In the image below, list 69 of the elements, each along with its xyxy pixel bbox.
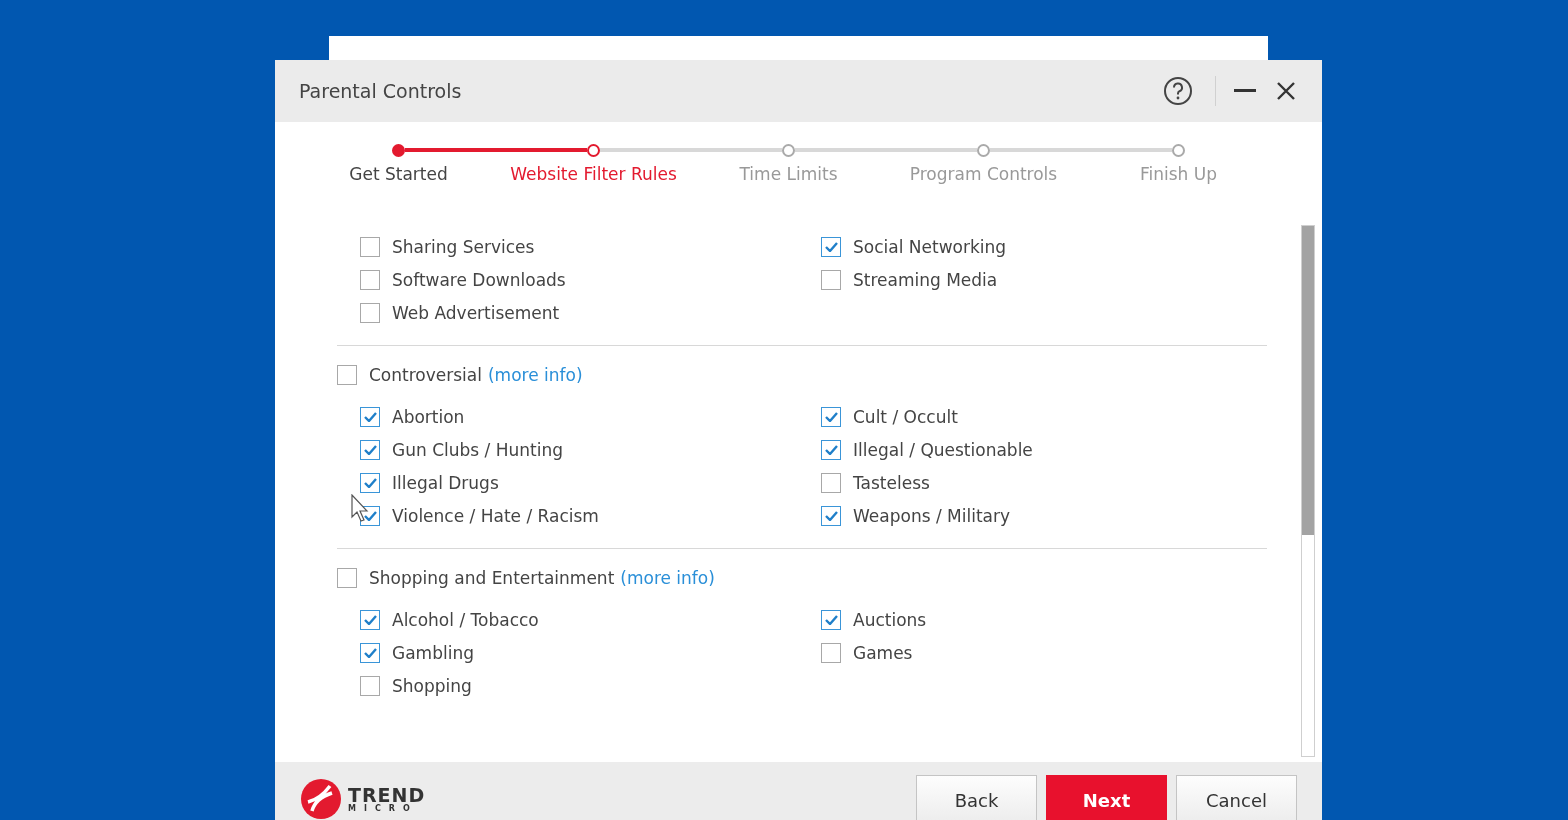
- checkbox[interactable]: [360, 302, 380, 323]
- checkbox-label: Auctions: [853, 609, 927, 630]
- primary-button[interactable]: Next: [1046, 775, 1167, 820]
- category-label: Controversial: [369, 364, 482, 385]
- step-label: Time Limits: [739, 164, 838, 184]
- checkbox-label: Illegal / Questionable: [853, 439, 1033, 460]
- minimize-icon[interactable]: [1234, 89, 1256, 93]
- checkbox[interactable]: [337, 567, 357, 588]
- checkbox[interactable]: [821, 472, 841, 493]
- checkmark-icon: [363, 477, 377, 488]
- step-label: Finish Up: [1140, 164, 1217, 184]
- checkbox[interactable]: [360, 642, 380, 663]
- step-label: Website Filter Rules: [510, 164, 677, 184]
- checkbox-label: Illegal Drugs: [392, 472, 499, 493]
- checkbox[interactable]: [821, 609, 841, 630]
- window-title: Parental Controls: [299, 80, 463, 102]
- checkbox-label: Cult / Occult: [853, 406, 958, 427]
- step-label: Get Started: [349, 164, 448, 184]
- checkbox-label: Violence / Hate / Racism: [392, 505, 599, 526]
- checkbox-label: Sharing Services: [392, 236, 535, 257]
- scrollbar[interactable]: [1301, 225, 1315, 757]
- close-icon[interactable]: [1276, 81, 1296, 101]
- logo-icon: [300, 778, 342, 820]
- checkbox[interactable]: [337, 364, 357, 385]
- checkbox-label: Software Downloads: [392, 269, 566, 290]
- checkmark-icon: [824, 510, 838, 521]
- checkbox-label: Games: [853, 642, 913, 663]
- checkbox-label: Social Networking: [853, 236, 1007, 257]
- checkbox[interactable]: [360, 269, 380, 290]
- checkbox-label: Weapons / Military: [853, 505, 1011, 526]
- checkbox-label: Web Advertisement: [392, 302, 560, 323]
- checkbox[interactable]: [821, 505, 841, 526]
- checkbox[interactable]: [360, 406, 380, 427]
- checkbox-label: Abortion: [392, 406, 465, 427]
- checkbox[interactable]: [360, 609, 380, 630]
- more-info-link[interactable]: (more info): [620, 567, 715, 588]
- checkmark-icon: [363, 614, 377, 625]
- checkbox-label: Tasteless: [853, 472, 930, 493]
- checkbox[interactable]: [821, 642, 841, 663]
- checkbox[interactable]: [360, 675, 380, 696]
- checkbox-label: Shopping: [392, 675, 472, 696]
- checkmark-icon: [824, 411, 838, 422]
- help-icon[interactable]: [1163, 76, 1193, 106]
- dialog-button[interactable]: Back: [916, 775, 1037, 820]
- more-info-link[interactable]: (more info): [487, 364, 583, 385]
- checkbox[interactable]: [821, 439, 841, 460]
- logo-wordmark: TREND: [348, 785, 426, 805]
- step-label: Program Controls: [909, 164, 1058, 184]
- checkbox-label: Alcohol / Tobacco: [392, 609, 539, 630]
- logo-subtext: MICRO: [348, 804, 419, 813]
- checkbox-label: Streaming Media: [853, 269, 998, 290]
- checkmark-icon: [363, 411, 377, 422]
- checkbox[interactable]: [821, 269, 841, 290]
- checkbox[interactable]: [360, 472, 380, 493]
- checkbox-label: Gun Clubs / Hunting: [392, 439, 563, 460]
- mouse-cursor-icon: [351, 494, 369, 522]
- checkmark-icon: [824, 241, 838, 252]
- checkbox[interactable]: [360, 236, 380, 257]
- checkmark-icon: [363, 444, 377, 455]
- checkbox[interactable]: [360, 439, 380, 460]
- checkbox[interactable]: [821, 236, 841, 257]
- dialog-button[interactable]: Cancel: [1176, 775, 1297, 820]
- checkmark-icon: [363, 510, 377, 521]
- checkmark-icon: [824, 444, 838, 455]
- checkmark-icon: [824, 614, 838, 625]
- category-label: Shopping and Entertainment: [369, 567, 615, 588]
- checkmark-icon: [363, 647, 377, 658]
- checkbox[interactable]: [821, 406, 841, 427]
- checkbox-label: Gambling: [392, 642, 474, 663]
